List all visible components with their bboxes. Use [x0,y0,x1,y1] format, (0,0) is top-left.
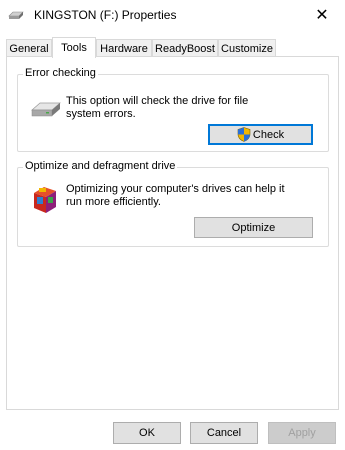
optimize-title: Optimize and defragment drive [23,160,178,172]
error-checking-title: Error checking [23,67,98,79]
error-checking-description: This option will check the drive for fil… [66,95,249,120]
close-button[interactable]: ✕ [299,0,345,30]
defrag-icon [34,187,56,213]
window-title: KINGSTON (F:) Properties [34,8,177,22]
tab-tools[interactable]: Tools [52,37,96,58]
optimize-group: Optimize and defragment drive Optimizing… [17,160,329,247]
cancel-button[interactable]: Cancel [190,422,258,444]
tab-hardware[interactable]: Hardware [96,39,152,57]
tools-panel: Error checking This option will check th… [6,56,339,410]
tab-strip: General Tools Hardware ReadyBoost Custom… [6,37,339,58]
title-bar: KINGSTON (F:) Properties ✕ [0,0,345,30]
tab-customize[interactable]: Customize [218,39,276,57]
tab-readyboost[interactable]: ReadyBoost [152,39,218,57]
check-button[interactable]: Check [208,124,313,145]
check-button-label: Check [252,128,285,141]
optimize-description: Optimizing your computer's drives can he… [66,183,285,208]
apply-button[interactable]: Apply [268,422,336,444]
drive-icon [31,102,61,117]
ok-button[interactable]: OK [113,422,181,444]
error-checking-group: Error checking This option will check th… [17,67,329,152]
tab-general[interactable]: General [6,39,52,57]
shield-icon [237,127,251,142]
usb-drive-icon [8,11,24,19]
optimize-button[interactable]: Optimize [194,217,313,238]
